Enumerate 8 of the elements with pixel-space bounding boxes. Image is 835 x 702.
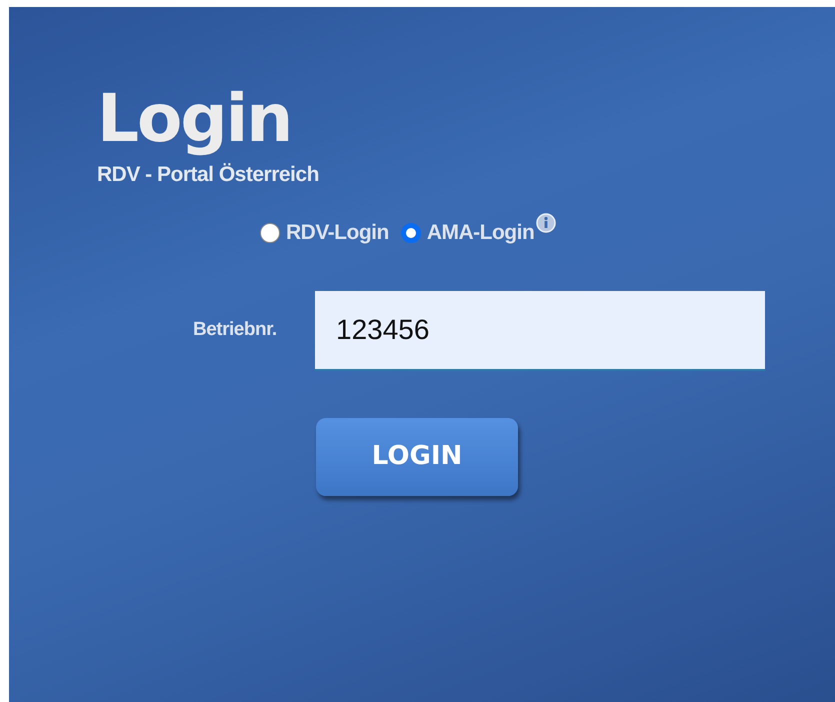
login-type-radio[interactable]: RDV-Login bbox=[260, 217, 389, 248]
info-icon[interactable] bbox=[536, 213, 556, 233]
login-button[interactable]: LOGIN bbox=[316, 418, 518, 496]
login-type-radio[interactable]: AMA-Login bbox=[400, 217, 534, 248]
page-title: Login bbox=[97, 79, 292, 159]
field-label: Betriebnr. bbox=[193, 318, 278, 342]
page-subtitle: RDV - Portal Österreich bbox=[97, 163, 319, 187]
input-field[interactable]: 123456 bbox=[315, 290, 765, 370]
